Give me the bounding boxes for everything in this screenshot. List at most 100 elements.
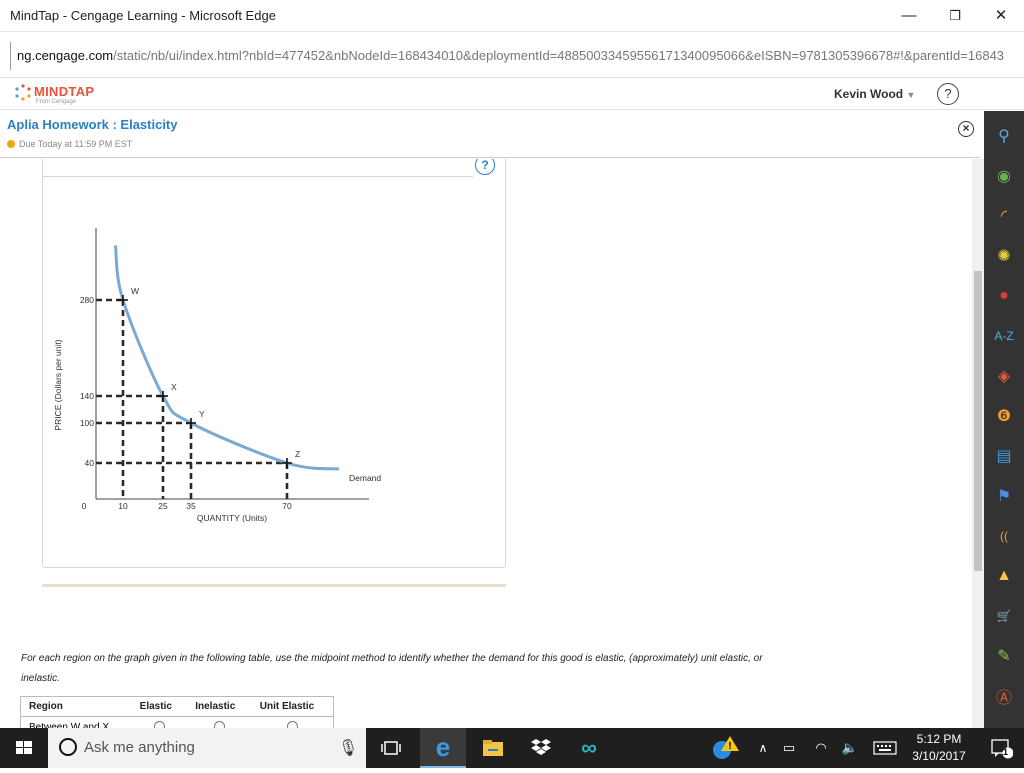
infinity-icon[interactable]: ∞	[566, 728, 612, 768]
y-tick-label: 280	[80, 295, 94, 305]
curve-points: W X Y Z	[118, 286, 300, 468]
search-text: Ask me anything	[84, 739, 195, 756]
audio-icon[interactable]: ((	[989, 521, 1019, 551]
address-bar: ng.cengage.com/static/nb/ui/index.html?n…	[0, 33, 1024, 78]
col-elastic: Elastic	[131, 696, 188, 717]
x-tick-label: 70	[282, 501, 292, 511]
user-menu[interactable]: Kevin Wood ▼	[834, 87, 915, 101]
y-axis-label: PRICE (Dollars per unit)	[53, 339, 63, 430]
cortana-icon	[59, 738, 77, 756]
response-table: Region Elastic Inelastic Unit Elastic Be…	[20, 696, 334, 728]
close-activity-button[interactable]: ×	[958, 121, 974, 137]
point-label: W	[131, 286, 139, 296]
unit-elastic-cell	[252, 717, 334, 728]
start-button[interactable]	[0, 728, 48, 768]
app-dock: ⚲ ◉ ◜ ✺ ● A-Z ◈ ❻ ▤ ⚑ (( ▲ 🛒 ✎ Ⓐ	[984, 111, 1024, 728]
content-scrollbar[interactable]	[972, 159, 984, 728]
demand-graph: W X Y Z 40 100 140 280 0 10 25 35 70 PRICE (Dollar…	[53, 228, 381, 523]
flag-icon[interactable]: ⚑	[989, 481, 1019, 511]
url-host: ng.cengage.com	[17, 48, 114, 63]
x-tick-label: 10	[118, 501, 128, 511]
chevron-down-icon: ▼	[906, 90, 916, 100]
close-window-button[interactable]: ✕	[978, 0, 1024, 32]
url-field[interactable]: ng.cengage.com/static/nb/ui/index.html?n…	[10, 42, 1024, 70]
window-titlebar: MindTap - Cengage Learning - Microsoft E…	[0, 0, 1024, 32]
instructions: For each region on the graph given in th…	[21, 653, 763, 684]
rss-icon[interactable]: ◜	[989, 201, 1019, 231]
graph-axes	[95, 228, 369, 500]
cy-icon[interactable]: ◈	[989, 361, 1019, 391]
file-explorer-icon[interactable]	[470, 728, 516, 768]
keyboard-icon[interactable]	[862, 728, 908, 768]
activity-header: Aplia Homework : Elasticity Due Today at…	[0, 111, 980, 158]
system-clock[interactable]: 5:12 PM 3/10/2017	[904, 731, 974, 765]
inelastic-cell	[187, 717, 252, 728]
y-tick-label: 100	[80, 418, 94, 428]
clock-date: 3/10/2017	[912, 749, 966, 763]
x-tick-labels: 0 10 25 35 70	[82, 501, 292, 511]
y-tick-label: 140	[80, 391, 94, 401]
due-text: Due Today at 11:59 PM EST	[19, 139, 133, 149]
table-header-row: Region Elastic Inelastic Unit Elastic	[20, 696, 334, 717]
mindtap-brand: MINDTAP	[34, 84, 95, 99]
elastic-radio[interactable]	[153, 721, 165, 728]
help-button[interactable]: ?	[937, 83, 959, 105]
minimize-button[interactable]: —	[886, 0, 932, 32]
point-label: X	[171, 382, 177, 392]
y-tick-label: 40	[85, 458, 95, 468]
url-path: /static/nb/ui/index.html?nbId=477452&nbN…	[113, 48, 1005, 63]
merriam-webster-icon[interactable]: ●	[989, 281, 1019, 311]
mindtap-logo-icon	[15, 84, 31, 101]
bookmark-icon[interactable]: ❻	[989, 401, 1019, 431]
inelastic-radio[interactable]	[213, 721, 225, 728]
demand-label: Demand	[349, 473, 381, 483]
windows-icon	[16, 741, 32, 754]
microphone-icon[interactable]: 🎙	[338, 738, 358, 758]
col-unit-elastic: Unit Elastic	[251, 696, 334, 717]
cortana-search[interactable]: Ask me anything 🎙	[48, 728, 366, 768]
edge-taskbar-icon[interactable]: e	[420, 728, 466, 768]
mindtap-sub: From Cengage	[36, 99, 77, 105]
guide-lines	[96, 298, 289, 499]
notification-count: 1	[1003, 747, 1009, 757]
x-tick-label: 35	[186, 501, 196, 511]
taskbar: Ask me anything 🎙 e ∞ ! ∧ ▭ ◠ 🔈 5:12 PM …	[0, 728, 1024, 768]
activity-content: ? WXYZ 40 100 140 280 0 10 25 35 70 PRICE (Doll…	[0, 159, 972, 728]
notification-center-icon[interactable]: 1	[978, 728, 1024, 768]
profile-icon[interactable]: ◉	[989, 161, 1019, 191]
scrollbar-thumb[interactable]	[974, 271, 982, 571]
window-title: MindTap - Cengage Learning - Microsoft E…	[10, 8, 276, 23]
search-icon[interactable]: ⚲	[989, 121, 1019, 151]
task-view-icon[interactable]	[368, 728, 414, 768]
col-inelastic: Inelastic	[187, 696, 252, 717]
edit-icon[interactable]: ✎	[989, 641, 1019, 671]
a-z-icon[interactable]: A-Z	[989, 321, 1019, 351]
graph-panel: ? WXYZ 40 100 140 280 0 10 25 35 70 PRICE (Doll…	[42, 159, 506, 568]
clock-icon	[7, 140, 15, 148]
user-name: Kevin Wood	[834, 87, 904, 101]
region-cell: Between W and X	[29, 722, 110, 729]
dropbox-icon[interactable]	[518, 728, 564, 768]
col-region: Region	[20, 696, 132, 717]
table-row: Between W and X	[21, 717, 334, 729]
x-tick-label: 25	[158, 501, 168, 511]
clock-time: 5:12 PM	[916, 732, 962, 746]
x-axis-label: QUANTITY (Units)	[197, 513, 267, 523]
elastic-cell	[132, 717, 188, 728]
mt-icon[interactable]: Ⓐ	[989, 681, 1019, 711]
section-divider	[42, 584, 506, 587]
unit-elastic-radio[interactable]	[286, 721, 298, 728]
mindtap-header: MINDTAP From Cengage Kevin Wood ▼ ?	[0, 79, 1024, 110]
cart-icon[interactable]: 🛒	[989, 601, 1019, 631]
point-label: Z	[295, 449, 300, 459]
restore-button[interactable]: ❐	[932, 0, 978, 32]
due-date: Due Today at 11:59 PM EST	[7, 139, 132, 149]
notes-icon[interactable]: ▤	[989, 441, 1019, 471]
drive-icon[interactable]: ▲	[989, 561, 1019, 591]
svg-text:!: !	[728, 741, 731, 752]
flower-icon[interactable]: ✺	[989, 241, 1019, 271]
activity-title: Aplia Homework : Elasticity	[7, 117, 178, 132]
point-label: Y	[199, 409, 205, 419]
demand-curve	[113, 245, 340, 471]
x-tick-label: 0	[82, 501, 87, 511]
